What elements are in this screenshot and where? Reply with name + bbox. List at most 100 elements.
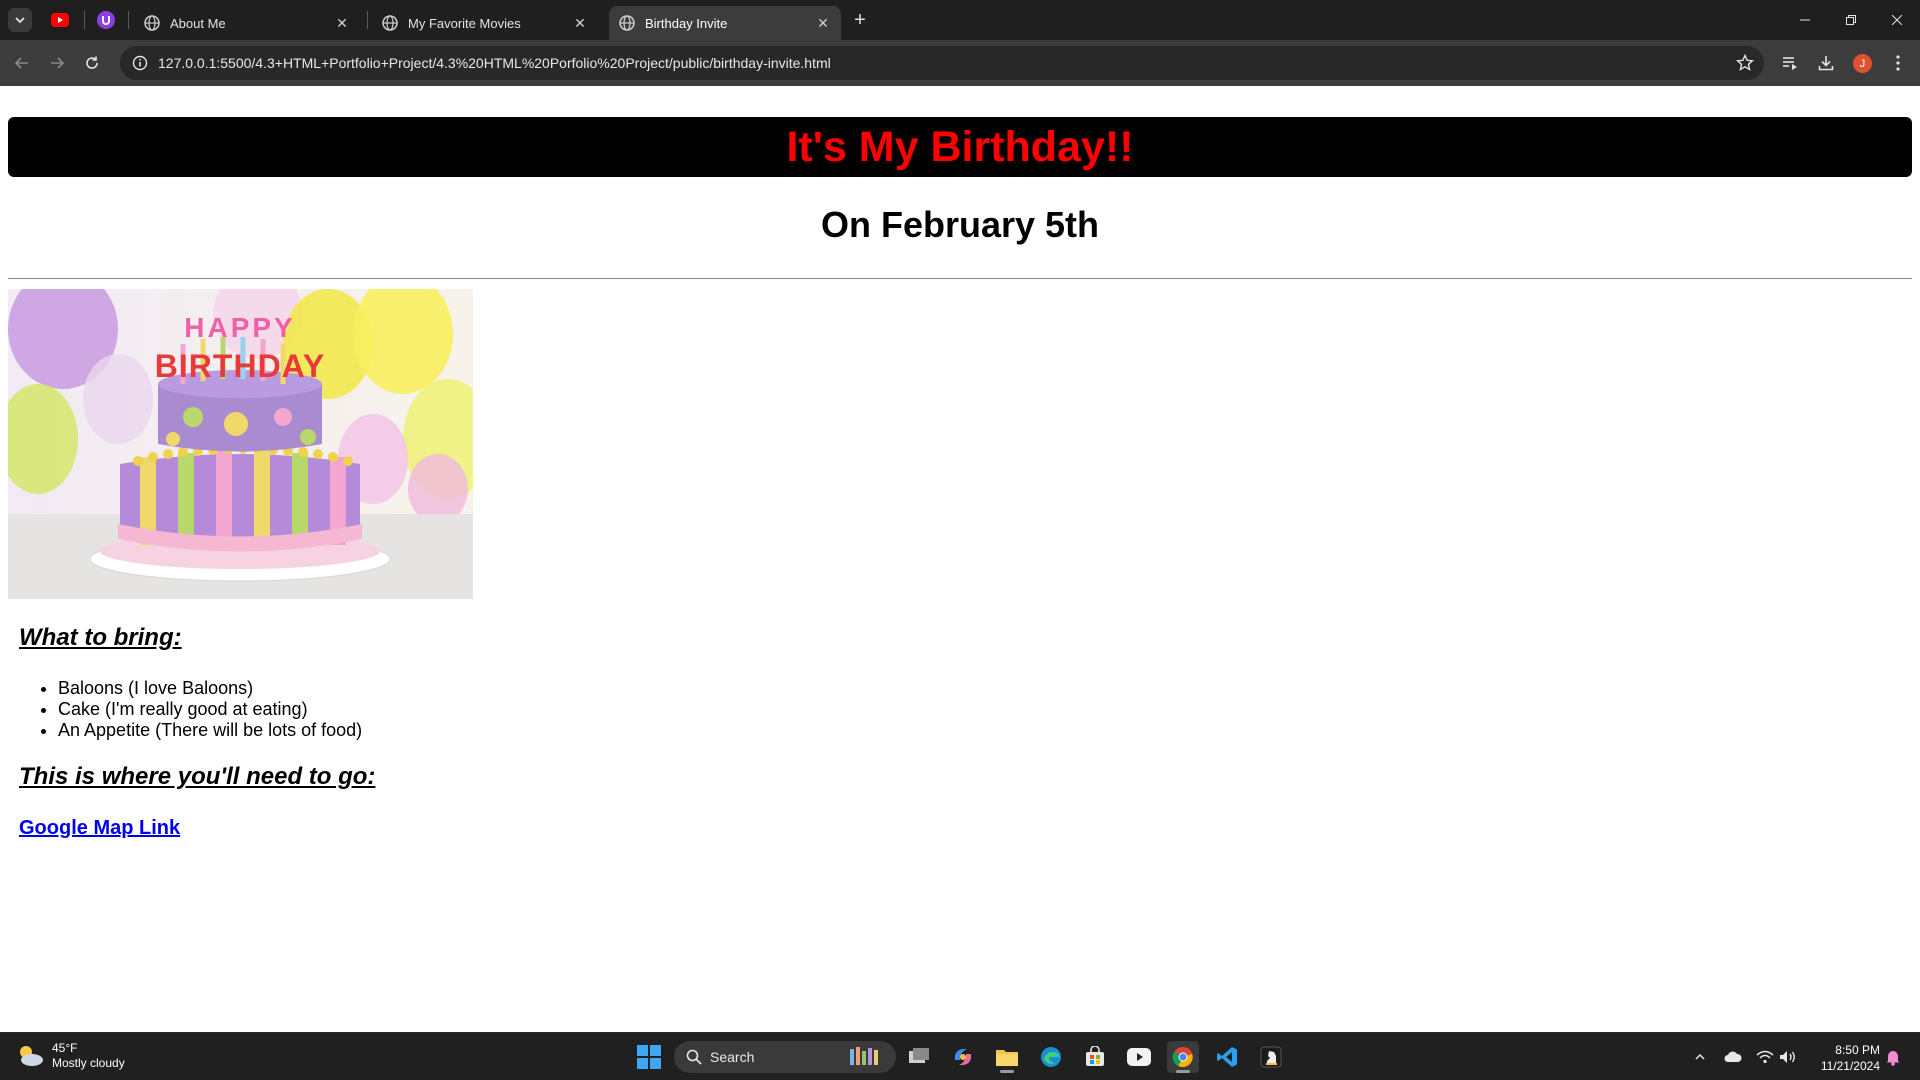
close-icon [1892,15,1902,25]
cake-candle-text-happy: HAPPY [184,312,295,343]
media-queue-icon [1783,57,1797,70]
weather-widget[interactable]: 45°F Mostly cloudy [16,1041,125,1071]
game-app-button[interactable] [1255,1041,1287,1073]
close-tab-icon[interactable]: ✕ [815,15,831,32]
taskbar-search[interactable]: Search [674,1041,896,1073]
forward-button[interactable] [45,51,69,75]
birthday-cake-image: HAPPY BIRTHDAY [8,289,473,599]
title-banner: It's My Birthday!! [8,117,1912,177]
weather-description: Mostly cloudy [52,1056,125,1070]
close-tab-icon[interactable]: ✕ [572,15,588,32]
horizontal-rule [8,278,1912,279]
browser-menu-button[interactable] [1886,51,1910,75]
chevron-down-icon [15,17,25,24]
chevron-up-icon [1695,1053,1705,1060]
store-icon [1086,1046,1104,1066]
pinned-tab-extension[interactable] [90,8,122,32]
youtube-app-icon [1127,1048,1151,1066]
minimize-icon [1800,19,1810,21]
url-text[interactable]: 127.0.0.1:5500/4.3+HTML+Portfolio+Projec… [158,55,831,71]
list-item: An Appetite (There will be lots of food) [58,720,362,741]
edge-icon [1041,1047,1061,1067]
plus-icon: + [854,8,866,31]
tab-title: Birthday Invite [645,15,728,31]
tab-birthday-invite[interactable]: Birthday Invite ✕ [609,6,841,40]
chrome-icon [1172,1047,1193,1068]
search-icon [686,1049,702,1065]
close-tab-icon[interactable]: ✕ [334,15,350,32]
bring-heading: What to bring: [19,624,182,651]
windows-logo-icon [637,1045,661,1069]
speaker-icon [1780,1051,1795,1063]
tab-title: About Me [170,15,226,31]
google-map-link[interactable]: Google Map Link [19,817,180,840]
new-tab-button[interactable]: + [848,8,872,32]
restore-icon [1846,15,1856,25]
profile-avatar[interactable]: J [1853,54,1872,73]
show-hidden-icons-button[interactable] [1690,1047,1710,1067]
clock-time: 8:50 PM [1835,1043,1880,1057]
edge-button[interactable] [1035,1041,1067,1073]
chess-knight-icon [1260,1046,1282,1068]
reload-button[interactable] [80,51,104,75]
downloads-button[interactable] [1814,51,1838,75]
browser-toolbar: 127.0.0.1:5500/4.3+HTML+Portfolio+Projec… [0,40,1920,86]
task-view-icon [909,1048,929,1063]
list-item: Baloons (I love Baloons) [58,678,362,699]
search-placeholder: Search [710,1049,755,1065]
tab-about-me[interactable]: About Me ✕ [134,6,360,40]
youtube-icon [51,13,69,27]
bell-icon [1886,1051,1900,1066]
microsoft-store-button[interactable] [1079,1041,1111,1073]
arrow-left-icon [14,57,28,69]
globe-icon [382,15,398,31]
back-button[interactable] [10,51,34,75]
tab-separator [128,11,129,29]
vscode-button[interactable] [1211,1041,1243,1073]
task-view-button[interactable] [903,1041,935,1073]
minimize-button[interactable] [1782,0,1828,40]
file-explorer-button[interactable] [991,1041,1023,1073]
globe-icon [619,15,635,31]
wifi-button[interactable] [1755,1047,1775,1067]
search-highlight-icon [850,1047,878,1065]
reload-icon [86,56,98,69]
cloud-icon [1724,1051,1742,1062]
web-page: It's My Birthday!! On February 5th HAPPY… [0,86,1920,1032]
site-info-icon[interactable] [130,55,150,71]
reading-list-button[interactable] [1778,51,1802,75]
cake-candle-text-birthday: BIRTHDAY [155,348,325,384]
close-window-button[interactable] [1874,0,1920,40]
pinned-tab-youtube[interactable] [44,8,76,32]
address-bar[interactable]: 127.0.0.1:5500/4.3+HTML+Portfolio+Projec… [120,46,1764,80]
copilot-button[interactable] [947,1041,979,1073]
tab-search-button[interactable] [8,8,32,32]
wifi-icon [1756,1050,1774,1064]
list-item: Cake (I'm really good at eating) [58,699,362,720]
vscode-icon [1217,1047,1237,1067]
kebab-menu-icon [1896,55,1900,71]
download-icon [1818,56,1834,71]
cloudy-weather-icon [20,1046,43,1066]
bring-list: Baloons (I love Baloons) Cake (I'm reall… [58,678,362,741]
arrow-right-icon [51,57,65,69]
copilot-icon [954,1049,972,1065]
restore-button[interactable] [1828,0,1874,40]
tab-separator [367,11,368,29]
notifications-button[interactable] [1883,1047,1903,1067]
folder-icon [996,1050,1018,1066]
where-heading: This is where you'll need to go: [19,763,376,790]
volume-button[interactable] [1778,1047,1798,1067]
chrome-button[interactable] [1167,1041,1199,1073]
tab-title: My Favorite Movies [408,15,521,31]
event-date: On February 5th [820,204,1100,245]
system-clock[interactable]: 8:50 PM 11/21/2024 [1808,1042,1880,1074]
onedrive-button[interactable] [1723,1047,1743,1067]
globe-icon [144,15,160,31]
tab-my-favorite-movies[interactable]: My Favorite Movies ✕ [372,6,598,40]
youtube-app-button[interactable] [1123,1041,1155,1073]
purple-u-icon [97,11,115,29]
start-button[interactable] [637,1045,661,1069]
bookmark-star-icon[interactable] [1735,53,1755,77]
tab-separator [84,11,85,29]
